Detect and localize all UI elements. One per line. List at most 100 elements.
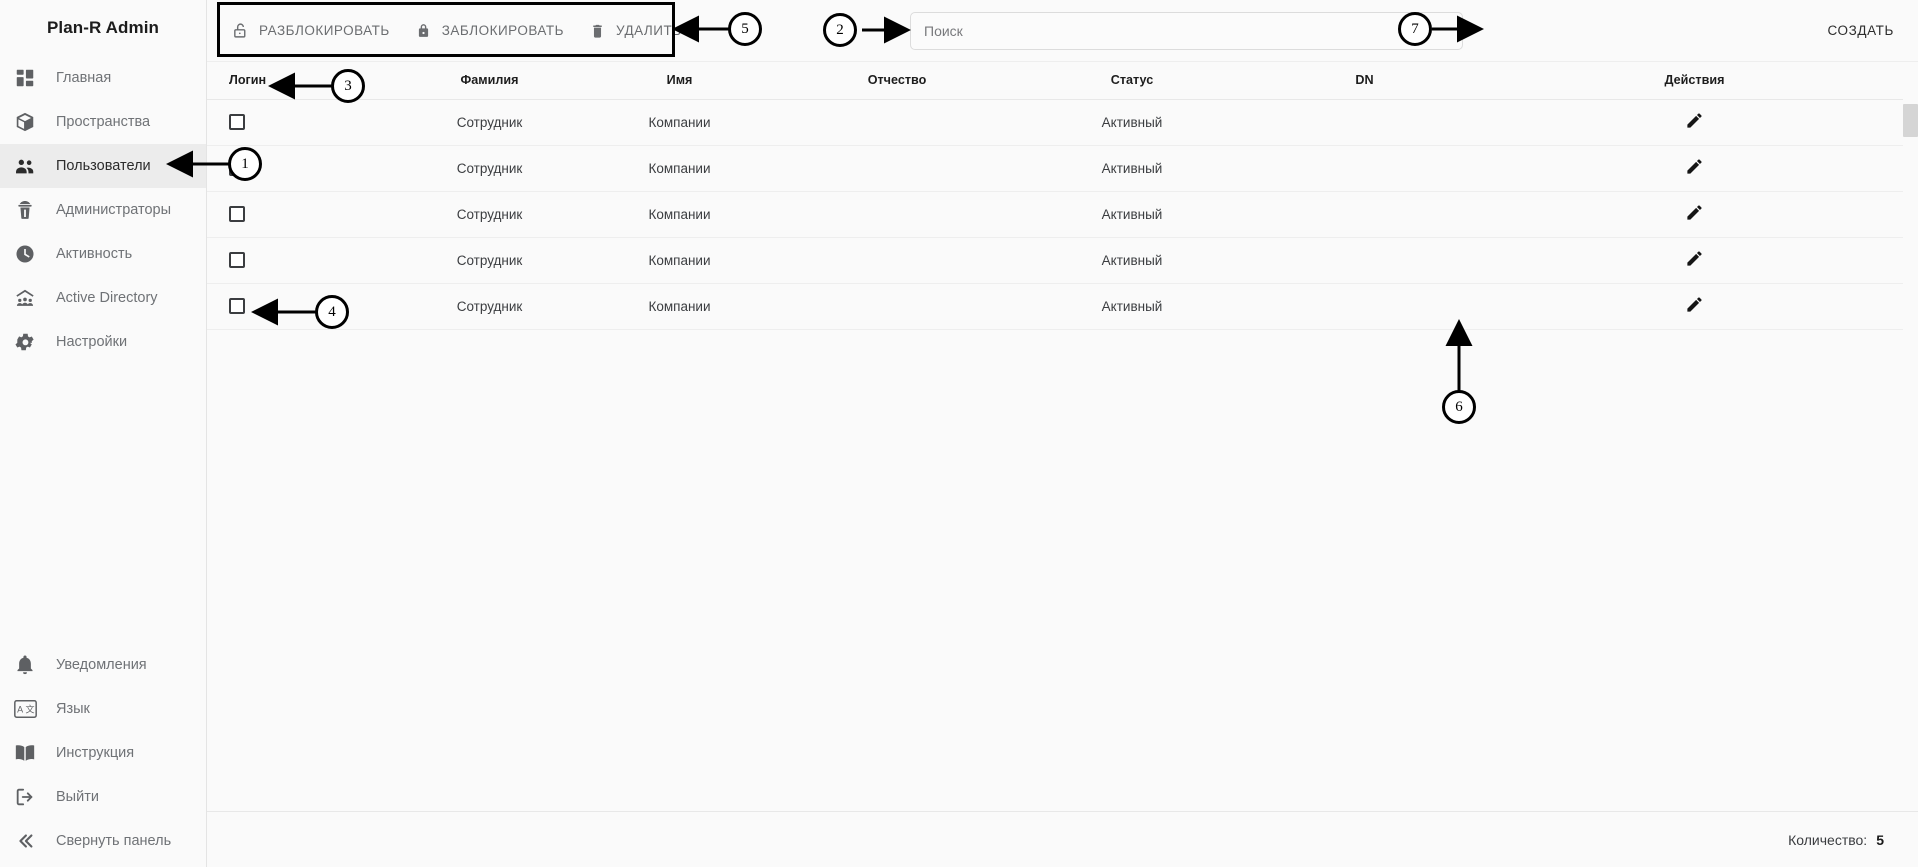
- sidebar-item-1[interactable]: Уведомления: [0, 643, 206, 687]
- sidebar-item-label: Пользователи: [56, 158, 151, 174]
- collapse-icon: [12, 828, 38, 854]
- edit-pencil-icon[interactable]: [1685, 111, 1704, 130]
- table-footer: Количество: 5: [207, 811, 1918, 867]
- book-icon: [12, 740, 38, 766]
- svg-text:A: A: [17, 705, 23, 715]
- delete-button[interactable]: УДАЛИТЬ: [578, 13, 692, 48]
- edit-pencil-icon[interactable]: [1685, 249, 1704, 268]
- sidebar-secondary-nav: Уведомления A 文 Язык Инструкция Выйти Свернуть…: [0, 643, 206, 867]
- lock-button[interactable]: ЗАБЛОКИРОВАТЬ: [404, 13, 574, 48]
- sidebar-item-6[interactable]: Active Directory: [0, 276, 206, 320]
- cell-login: [207, 145, 397, 192]
- row-checkbox[interactable]: [229, 160, 245, 177]
- column-header-5[interactable]: Статус: [1017, 62, 1247, 100]
- sidebar-item-5[interactable]: Активность: [0, 232, 206, 276]
- edit-pencil-icon[interactable]: [1685, 295, 1704, 314]
- cell-dn: [1247, 237, 1482, 284]
- table-row[interactable]: Сотрудник Компании Активный: [207, 237, 1907, 284]
- app-brand-title: Plan-R Admin: [46, 18, 159, 37]
- column-header-7[interactable]: Действия: [1482, 62, 1907, 100]
- table-head: Логин Фамилия Имя Отчество Статус DN Действия: [207, 62, 1907, 100]
- toolbar: РАЗБЛОКИРОВАТЬ ЗАБЛОКИРОВАТЬ УДАЛИТЬ Пои…: [207, 0, 1918, 62]
- cell-login: [207, 99, 397, 146]
- column-header-1[interactable]: Логин: [207, 62, 397, 100]
- cell-dn: [1247, 191, 1482, 238]
- admin-icon: [12, 197, 38, 223]
- cell-otchestvo: [777, 99, 1017, 146]
- sidebar-item-7[interactable]: Настройки: [0, 320, 206, 364]
- sidebar-item-4[interactable]: Администраторы: [0, 188, 206, 232]
- sidebar-primary-nav: Главная Пространства Пользователи Администр…: [0, 56, 206, 364]
- translate-icon: A文: [12, 696, 38, 722]
- sidebar-item-label: Активность: [56, 246, 133, 262]
- cell-actions: [1482, 99, 1907, 146]
- cell-imya: Компании: [582, 237, 777, 284]
- gear-icon: [12, 329, 38, 355]
- bell-icon: [12, 652, 38, 678]
- cell-familiya: Сотрудник: [397, 145, 582, 192]
- sidebar-item-3[interactable]: Инструкция: [0, 731, 206, 775]
- vertical-scrollbar[interactable]: [1903, 62, 1918, 811]
- sidebar-item-5[interactable]: Свернуть панель: [0, 819, 206, 863]
- table-row[interactable]: Сотрудник Компании Активный: [207, 191, 1907, 238]
- cell-otchestvo: [777, 191, 1017, 238]
- lock-button-label: ЗАБЛОКИРОВАТЬ: [441, 23, 564, 38]
- table-row[interactable]: Сотрудник Компании Активный: [207, 283, 1907, 330]
- column-header-3[interactable]: Имя: [582, 62, 777, 100]
- sidebar-item-label: Главная: [56, 70, 112, 86]
- sidebar-item-2[interactable]: A 文 Язык: [0, 687, 206, 731]
- cell-familiya: Сотрудник: [397, 99, 582, 146]
- sidebar-item-label: Active Directory: [56, 290, 158, 306]
- cell-status: Активный: [1017, 191, 1247, 238]
- table-row[interactable]: Сотрудник Компании Активный: [207, 145, 1907, 192]
- column-header-4[interactable]: Отчество: [777, 62, 1017, 100]
- bulk-actions-group: РАЗБЛОКИРОВАТЬ ЗАБЛОКИРОВАТЬ УДАЛИТЬ: [207, 0, 706, 62]
- create-button[interactable]: СОЗДАТЬ: [1821, 15, 1900, 46]
- sidebar-item-2[interactable]: Пространства: [0, 100, 206, 144]
- sidebar-item-label: Уведомления: [56, 657, 147, 673]
- cell-imya: Компании: [582, 283, 777, 330]
- directory-icon: [12, 285, 38, 311]
- sidebar: Plan-R Admin Главная Пространства Пользова…: [0, 0, 207, 867]
- cell-imya: Компании: [582, 99, 777, 146]
- admin-users-page: Plan-R Admin Главная Пространства Пользова…: [0, 0, 1918, 867]
- column-header-2[interactable]: Фамилия: [397, 62, 582, 100]
- cell-actions: [1482, 145, 1907, 192]
- users-table-container: Логин Фамилия Имя Отчество Статус DN Действия …: [207, 62, 1918, 811]
- trash-icon: [588, 21, 607, 40]
- row-checkbox[interactable]: [229, 114, 245, 131]
- main-content: РАЗБЛОКИРОВАТЬ ЗАБЛОКИРОВАТЬ УДАЛИТЬ Пои…: [207, 0, 1918, 867]
- edit-pencil-icon[interactable]: [1685, 157, 1704, 176]
- unlock-button-label: РАЗБЛОКИРОВАТЬ: [259, 23, 390, 38]
- sidebar-item-label: Выйти: [56, 789, 99, 805]
- cell-dn: [1247, 283, 1482, 330]
- logout-icon: [12, 784, 38, 810]
- sidebar-item-label: Администраторы: [56, 202, 172, 218]
- sidebar-item-label: Язык: [56, 701, 90, 717]
- sidebar-item-3[interactable]: Пользователи: [0, 144, 206, 188]
- count-value: 5: [1876, 831, 1884, 848]
- cell-login: [207, 283, 397, 330]
- search-field-wrapper: [910, 11, 1463, 50]
- cell-dn: [1247, 99, 1482, 146]
- sidebar-item-1[interactable]: Главная: [0, 56, 206, 100]
- sidebar-item-4[interactable]: Выйти: [0, 775, 206, 819]
- search-input[interactable]: [910, 11, 1463, 50]
- edit-pencil-icon[interactable]: [1685, 203, 1704, 222]
- svg-text:文: 文: [25, 704, 34, 716]
- row-checkbox[interactable]: [229, 298, 245, 315]
- cell-imya: Компании: [582, 145, 777, 192]
- lock-icon: [414, 21, 433, 40]
- scrollbar-thumb[interactable]: [1903, 104, 1918, 137]
- sidebar-item-label: Свернуть панель: [56, 833, 172, 849]
- row-checkbox[interactable]: [229, 206, 245, 223]
- row-checkbox[interactable]: [229, 252, 245, 269]
- cell-dn: [1247, 145, 1482, 192]
- cell-familiya: Сотрудник: [397, 237, 582, 284]
- unlock-button[interactable]: РАЗБЛОКИРОВАТЬ: [221, 13, 400, 48]
- delete-button-label: УДАЛИТЬ: [615, 23, 682, 38]
- table-row[interactable]: Сотрудник Компании Активный: [207, 99, 1907, 146]
- column-header-6[interactable]: DN: [1247, 62, 1482, 100]
- cell-actions: [1482, 191, 1907, 238]
